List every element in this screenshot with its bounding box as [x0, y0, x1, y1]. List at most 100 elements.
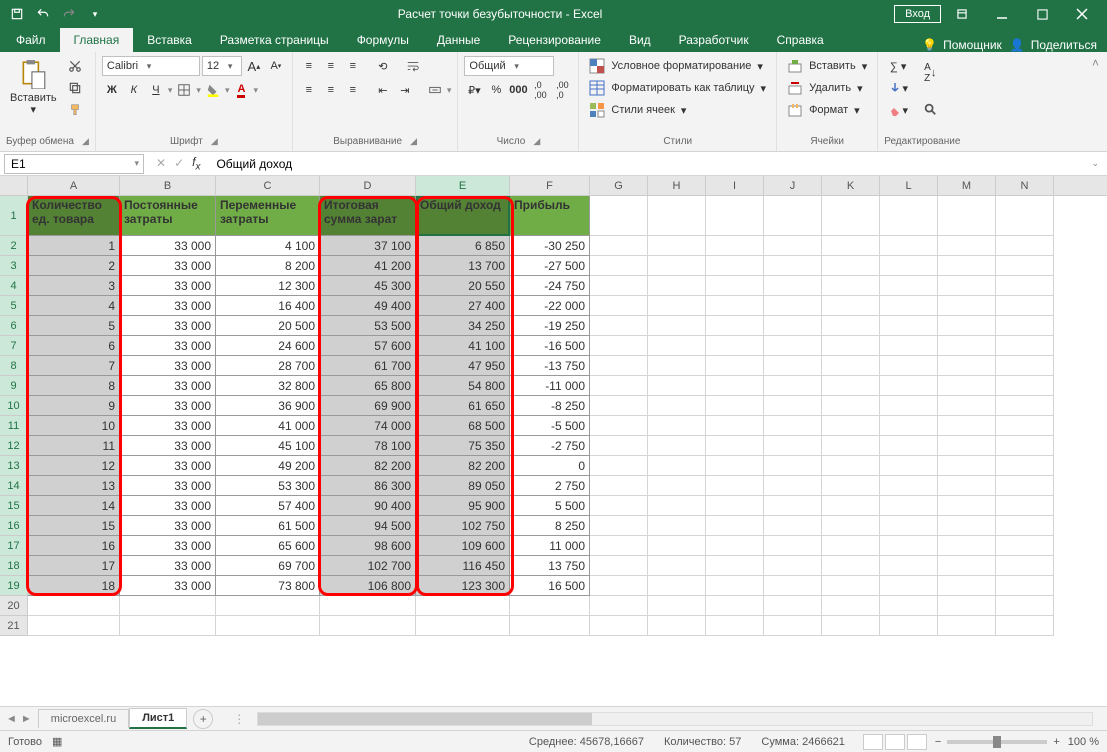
cell[interactable]: [648, 536, 706, 556]
cell[interactable]: 32 800: [216, 376, 320, 396]
cell[interactable]: 3: [28, 276, 120, 296]
cell[interactable]: [996, 596, 1054, 616]
sort-filter-icon[interactable]: AZ↓: [916, 56, 944, 90]
cell[interactable]: [764, 476, 822, 496]
cell[interactable]: 33 000: [120, 536, 216, 556]
cell[interactable]: [938, 436, 996, 456]
row-header[interactable]: 18: [0, 556, 28, 576]
cell[interactable]: 33 000: [120, 436, 216, 456]
macro-record-icon[interactable]: ▦: [52, 735, 62, 748]
cell[interactable]: Прибыль: [510, 196, 590, 236]
row-header[interactable]: 11: [0, 416, 28, 436]
cell[interactable]: [648, 416, 706, 436]
cell[interactable]: 90 400: [320, 496, 416, 516]
cell[interactable]: 11 000: [510, 536, 590, 556]
cell[interactable]: 13 750: [510, 556, 590, 576]
cell[interactable]: -13 750: [510, 356, 590, 376]
cell[interactable]: [822, 236, 880, 256]
cell[interactable]: [590, 436, 648, 456]
cell[interactable]: 9: [28, 396, 120, 416]
cell[interactable]: -8 250: [510, 396, 590, 416]
chevron-down-icon[interactable]: ▾: [142, 61, 156, 72]
sign-in-button[interactable]: Вход: [894, 5, 941, 23]
cell[interactable]: [706, 516, 764, 536]
cell[interactable]: [822, 316, 880, 336]
row-header[interactable]: 12: [0, 436, 28, 456]
cell[interactable]: [880, 416, 938, 436]
cell[interactable]: [706, 576, 764, 596]
sheet-tab-2[interactable]: Лист1: [129, 708, 187, 729]
chevron-down-icon[interactable]: ▾: [130, 158, 143, 169]
cell[interactable]: [648, 516, 706, 536]
cell[interactable]: [880, 476, 938, 496]
formula-input[interactable]: [208, 157, 1083, 171]
undo-icon[interactable]: [32, 3, 54, 25]
cell[interactable]: -19 250: [510, 316, 590, 336]
cell[interactable]: [764, 376, 822, 396]
dialog-launcher-icon[interactable]: ◢: [533, 136, 540, 147]
cell[interactable]: [706, 436, 764, 456]
row-header[interactable]: 19: [0, 576, 28, 596]
cell[interactable]: [938, 276, 996, 296]
tab-insert[interactable]: Вставка: [133, 28, 206, 52]
cell[interactable]: 33 000: [120, 356, 216, 376]
format-painter-icon[interactable]: [65, 100, 85, 120]
cell[interactable]: [648, 276, 706, 296]
cell[interactable]: [996, 456, 1054, 476]
cell[interactable]: [764, 296, 822, 316]
expand-formula-bar-icon[interactable]: ⌄: [1083, 158, 1107, 169]
cell[interactable]: 17: [28, 556, 120, 576]
cell[interactable]: [764, 356, 822, 376]
cell[interactable]: [822, 276, 880, 296]
name-box[interactable]: ▾: [4, 154, 144, 174]
cell[interactable]: -22 000: [510, 296, 590, 316]
chevron-down-icon[interactable]: ▾: [223, 61, 237, 72]
find-select-icon[interactable]: [916, 92, 944, 126]
cell[interactable]: 8 200: [216, 256, 320, 276]
cut-icon[interactable]: [65, 56, 85, 76]
row-header[interactable]: 9: [0, 376, 28, 396]
cell[interactable]: [706, 256, 764, 276]
fill-color-icon[interactable]: [203, 80, 223, 100]
cell[interactable]: 61 700: [320, 356, 416, 376]
cell[interactable]: 47 950: [416, 356, 510, 376]
cell[interactable]: 16 400: [216, 296, 320, 316]
ribbon-options-icon[interactable]: [943, 2, 981, 26]
cell[interactable]: [996, 556, 1054, 576]
cell[interactable]: [764, 496, 822, 516]
cell[interactable]: [764, 536, 822, 556]
increase-indent-icon[interactable]: ⇥: [395, 80, 415, 100]
row-header[interactable]: 15: [0, 496, 28, 516]
cell[interactable]: 1: [28, 236, 120, 256]
accounting-format-icon[interactable]: ₽▾: [464, 80, 484, 100]
cell[interactable]: [822, 416, 880, 436]
cell[interactable]: [706, 476, 764, 496]
cell[interactable]: 18: [28, 576, 120, 596]
cell[interactable]: 65 600: [216, 536, 320, 556]
cell[interactable]: [706, 616, 764, 636]
close-icon[interactable]: [1063, 2, 1101, 26]
align-top-icon[interactable]: ≡: [299, 56, 319, 76]
cell[interactable]: [648, 396, 706, 416]
cell[interactable]: [648, 556, 706, 576]
align-middle-icon[interactable]: ≡: [321, 56, 341, 76]
cell[interactable]: [880, 336, 938, 356]
cell[interactable]: -30 250: [510, 236, 590, 256]
cell[interactable]: 102 750: [416, 516, 510, 536]
decrease-decimal-icon[interactable]: ,00,0: [552, 80, 572, 100]
name-box-input[interactable]: [5, 157, 130, 171]
cell[interactable]: 33 000: [120, 456, 216, 476]
cell[interactable]: [510, 616, 590, 636]
tab-layout[interactable]: Разметка страницы: [206, 28, 343, 52]
cell[interactable]: [706, 296, 764, 316]
cell[interactable]: [590, 316, 648, 336]
cell[interactable]: [706, 236, 764, 256]
cell[interactable]: [648, 596, 706, 616]
cell[interactable]: 73 800: [216, 576, 320, 596]
cell[interactable]: 4 100: [216, 236, 320, 256]
cell[interactable]: [938, 236, 996, 256]
row-header[interactable]: 21: [0, 616, 28, 636]
cell[interactable]: 28 700: [216, 356, 320, 376]
cell[interactable]: [706, 456, 764, 476]
cell[interactable]: [706, 276, 764, 296]
